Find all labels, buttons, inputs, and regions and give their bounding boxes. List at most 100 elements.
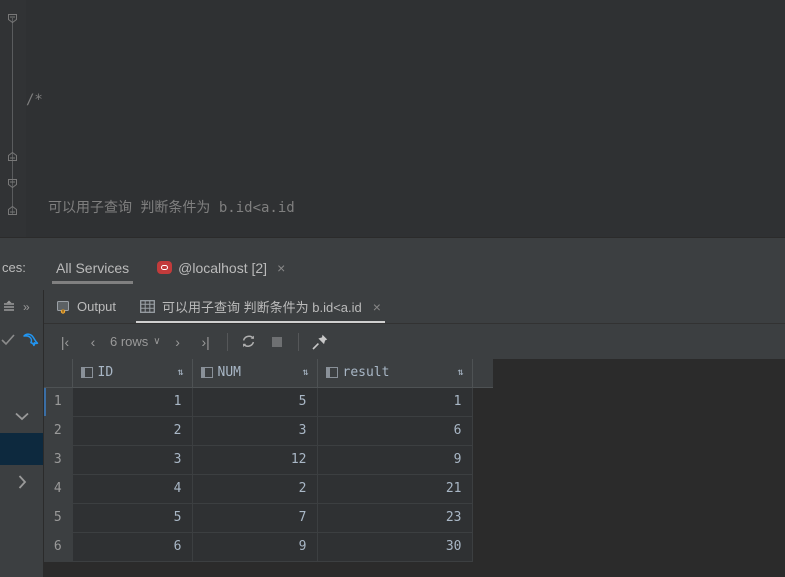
cell-num[interactable]: 2 (192, 474, 318, 504)
services-tab-label: @localhost [2] (178, 259, 268, 276)
table-row[interactable]: 4 4 2 21 (44, 474, 493, 504)
cell-num[interactable]: 9 (192, 532, 318, 562)
results-rail-top: » (0, 290, 44, 323)
pin-button[interactable] (307, 329, 333, 355)
services-tool-window-header: ces: All Services @localhost [2] × (0, 245, 785, 290)
result-set-grid[interactable]: ID ⇅ NUM ⇅ result ⇅ 1 1 5 1 2 2 3 6 3 3 … (44, 359, 785, 577)
table-row[interactable]: 6 6 9 30 (44, 532, 493, 562)
row-number-header[interactable] (44, 359, 73, 388)
fold-marker-close[interactable] (6, 150, 19, 163)
chevron-down-icon (14, 412, 29, 421)
toolbar-separator-1 (226, 332, 228, 351)
column-header-id[interactable]: ID ⇅ (72, 359, 193, 388)
row-count-selector[interactable]: 6 rows ∨ (108, 334, 163, 349)
next-page-button[interactable]: › (165, 329, 191, 355)
cell-num[interactable]: 12 (192, 445, 318, 475)
first-page-button[interactable]: |‹ (52, 329, 78, 355)
collapse-all-icon[interactable] (2, 299, 17, 314)
sort-icon[interactable]: ⇅ (302, 367, 308, 378)
chevron-right-icon (18, 475, 26, 489)
results-tab-query[interactable]: 可以用子查询 判断条件为 b.id<a.id × (128, 290, 393, 323)
fold-marker-statement-2[interactable] (6, 204, 19, 217)
cell-filler (472, 445, 493, 474)
results-tab-output[interactable]: Output (44, 290, 128, 323)
close-icon[interactable]: × (373, 300, 381, 314)
code-line-1[interactable]: /* (26, 87, 785, 114)
table-body: 1 1 5 1 2 2 3 6 3 3 12 9 4 4 2 21 5 5 7 … (44, 387, 493, 562)
cell-num[interactable]: 5 (192, 387, 318, 417)
cell-filler (472, 387, 493, 416)
cell-id[interactable]: 2 (72, 416, 193, 446)
results-tab-label: 可以用子查询 判断条件为 b.id<a.id (162, 300, 362, 315)
cell-result[interactable]: 1 (317, 387, 473, 417)
table-row[interactable]: 5 5 7 23 (44, 503, 493, 533)
refresh-button[interactable] (236, 329, 262, 355)
table-grid-icon (140, 300, 155, 313)
editor-results-splitter[interactable] (0, 237, 785, 245)
cell-id[interactable]: 4 (72, 474, 193, 504)
toolbar-separator-2 (297, 332, 299, 351)
code-line-2[interactable]: 可以用子查询 判断条件为 b.id<a.id (26, 195, 785, 222)
row-number[interactable]: 5 (44, 503, 73, 533)
output-icon (56, 300, 70, 314)
cell-id[interactable]: 3 (72, 445, 193, 475)
row-number[interactable]: 4 (44, 474, 73, 504)
cell-result[interactable]: 21 (317, 474, 473, 504)
rail-checkmark[interactable] (0, 323, 43, 357)
column-header-filler (472, 359, 493, 388)
checkmark-icon (0, 334, 15, 346)
rail-selected-row[interactable] (0, 433, 43, 465)
column-icon (325, 367, 338, 379)
last-page-button[interactable]: ›| (193, 329, 219, 355)
pin-icon (312, 334, 327, 350)
cell-result[interactable]: 30 (317, 532, 473, 562)
cell-num[interactable]: 3 (192, 416, 318, 446)
rail-spacer (0, 357, 43, 399)
services-tab-all-services[interactable]: All Services (42, 245, 143, 290)
mysql-icon (157, 261, 173, 274)
column-header-label: NUM (217, 365, 241, 381)
column-header-num[interactable]: NUM ⇅ (192, 359, 318, 388)
cell-id[interactable]: 6 (72, 532, 193, 562)
services-label: ces: (2, 260, 26, 275)
results-tab-label: Output (77, 299, 117, 314)
editor-gutter[interactable] (0, 0, 26, 237)
chevron-down-icon: ∨ (153, 336, 161, 347)
table-row[interactable]: 2 2 3 6 (44, 416, 493, 446)
mysql-dolphin-icon (22, 333, 38, 347)
sort-icon[interactable]: ⇅ (177, 367, 183, 378)
table-header: ID ⇅ NUM ⇅ result ⇅ (44, 359, 493, 388)
cell-filler (472, 532, 493, 561)
row-number[interactable]: 2 (44, 416, 73, 446)
column-icon (80, 367, 93, 379)
sort-icon[interactable]: ⇅ (457, 367, 463, 378)
row-number[interactable]: 6 (44, 532, 73, 562)
refresh-icon (243, 335, 255, 348)
row-number[interactable]: 3 (44, 445, 73, 475)
result-table[interactable]: ID ⇅ NUM ⇅ result ⇅ 1 1 5 1 2 2 3 6 3 3 … (44, 359, 493, 562)
close-icon[interactable]: × (277, 261, 285, 275)
cell-id[interactable]: 5 (72, 503, 193, 533)
fold-marker-open[interactable] (6, 12, 19, 25)
stop-button[interactable] (264, 329, 290, 355)
row-number[interactable]: 1 (44, 387, 73, 417)
result-set-toolbar: |‹ ‹ 6 rows ∨ › ›| (44, 323, 785, 359)
table-row[interactable]: 3 3 12 9 (44, 445, 493, 475)
code-content[interactable]: /* 可以用子查询 判断条件为 b.id<a.id 第一个条件是不满足的 所以为… (26, 0, 785, 237)
cell-result[interactable]: 9 (317, 445, 473, 475)
cell-num[interactable]: 7 (192, 503, 318, 533)
table-row[interactable]: 1 1 5 1 (44, 387, 493, 417)
chevron-double-right-icon[interactable]: » (23, 300, 30, 314)
cell-result[interactable]: 23 (317, 503, 473, 533)
prev-page-button[interactable]: ‹ (80, 329, 106, 355)
services-tab-localhost[interactable]: @localhost [2] × (143, 245, 299, 290)
rail-expand-down[interactable] (0, 399, 43, 433)
cell-result[interactable]: 6 (317, 416, 473, 446)
sql-editor[interactable]: /* 可以用子查询 判断条件为 b.id<a.id 第一个条件是不满足的 所以为… (0, 0, 785, 237)
comment-text: 可以用子查询 判断条件为 b.id<a.id (48, 200, 295, 216)
fold-marker-statement-1[interactable] (6, 177, 19, 190)
rail-expand-right[interactable] (0, 465, 43, 499)
cell-id[interactable]: 1 (72, 387, 193, 417)
results-tab-header: » Output 可以用子查询 判断条件为 b.id<a.id × (0, 290, 785, 323)
column-header-result[interactable]: result ⇅ (317, 359, 473, 388)
